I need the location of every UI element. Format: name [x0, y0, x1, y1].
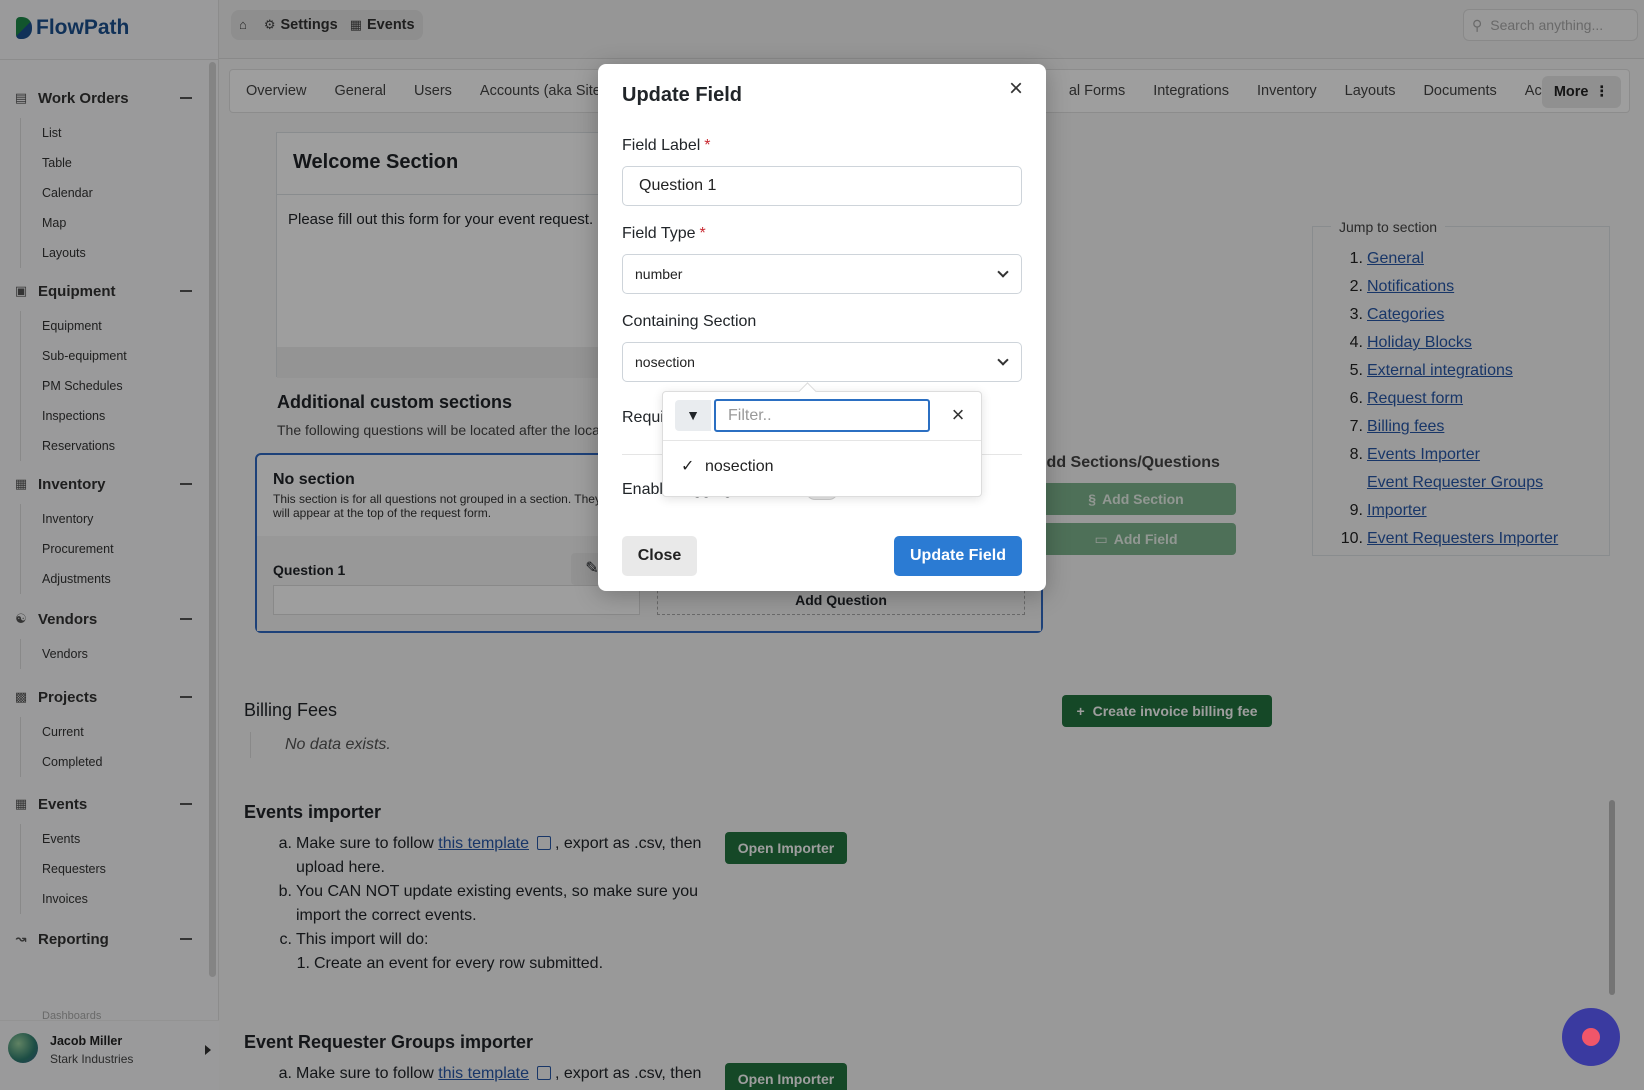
- dropdown-option-nosection[interactable]: ✓ nosection: [681, 456, 774, 476]
- containing-section-select[interactable]: nosection: [622, 342, 1022, 382]
- containing-section-value: nosection: [635, 354, 695, 370]
- update-field-button[interactable]: Update Field: [894, 536, 1022, 576]
- label-text: Field Label: [622, 137, 701, 154]
- label-text: Field Type: [622, 225, 696, 242]
- clear-filter-icon[interactable]: ×: [946, 403, 970, 427]
- required-mark: *: [704, 137, 711, 154]
- check-icon: ✓: [681, 458, 695, 475]
- close-button[interactable]: Close: [622, 536, 697, 576]
- modal-title: Update Field: [622, 84, 743, 106]
- close-icon[interactable]: ×: [1004, 77, 1028, 102]
- section-dropdown: ▼ Filter.. × ✓ nosection: [662, 391, 982, 497]
- option-label: nosection: [705, 458, 774, 475]
- chat-launcher-button[interactable]: [1562, 1008, 1620, 1066]
- required-mark: *: [699, 225, 706, 242]
- field-label-input[interactable]: Question 1: [622, 166, 1022, 206]
- update-field-modal: Update Field × Field Label * Question 1 F…: [598, 64, 1046, 591]
- divider: [663, 440, 981, 441]
- chevron-down-icon: [997, 266, 1009, 278]
- chat-icon: [1582, 1028, 1600, 1046]
- containing-section-label: Containing Section: [622, 313, 757, 330]
- field-label-label: Field Label *: [622, 137, 711, 155]
- chevron-down-icon: [997, 354, 1009, 366]
- field-type-value: number: [635, 266, 683, 282]
- field-type-label: Field Type *: [622, 225, 706, 243]
- filter-icon: ▼: [675, 400, 711, 431]
- field-type-select[interactable]: number: [622, 254, 1022, 294]
- filter-input[interactable]: Filter..: [714, 399, 930, 432]
- required-label: Required: [622, 409, 662, 426]
